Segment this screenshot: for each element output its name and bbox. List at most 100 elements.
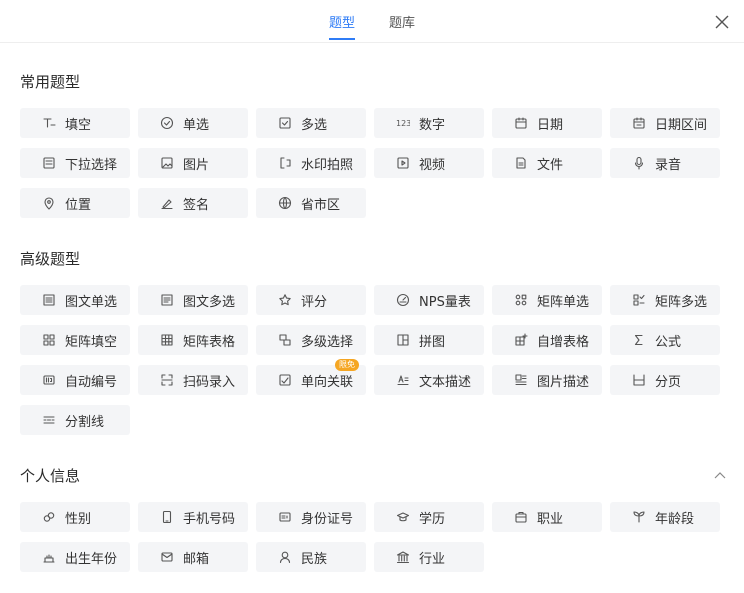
text-cursor-icon bbox=[42, 116, 56, 130]
tab-question-bank[interactable]: 题库 bbox=[389, 12, 415, 31]
image-text-multi-icon bbox=[160, 293, 174, 307]
question-type-item[interactable]: 年龄段 bbox=[610, 502, 720, 532]
sigma-icon bbox=[632, 333, 646, 347]
question-type-item[interactable]: 图文单选 bbox=[20, 285, 130, 315]
question-type-item[interactable]: 文件 bbox=[492, 148, 602, 178]
question-type-label: 多级选择 bbox=[301, 334, 354, 350]
question-type-item[interactable]: 职业 bbox=[492, 502, 602, 532]
question-type-item[interactable]: 填空 bbox=[20, 108, 130, 138]
question-type-item[interactable]: 多级选择 bbox=[256, 325, 366, 355]
question-type-item[interactable]: 视频 bbox=[374, 148, 484, 178]
question-type-label: 文件 bbox=[537, 157, 564, 173]
tab-question-types[interactable]: 题型 bbox=[329, 12, 356, 40]
question-type-label: 图文单选 bbox=[65, 294, 118, 310]
question-type-item[interactable]: 评分 bbox=[256, 285, 366, 315]
question-type-label: 图文多选 bbox=[183, 294, 236, 310]
matrix-fill-icon bbox=[42, 333, 56, 347]
question-type-item[interactable]: 性别 bbox=[20, 502, 130, 532]
question-type-item[interactable]: 单选 bbox=[138, 108, 248, 138]
question-type-item[interactable]: 扫码录入 bbox=[138, 365, 248, 395]
question-type-item[interactable]: 身份证号 bbox=[256, 502, 366, 532]
briefcase-icon bbox=[514, 510, 528, 524]
question-type-item[interactable]: 出生年份 bbox=[20, 542, 130, 572]
image-text-single-icon bbox=[42, 293, 56, 307]
question-type-item[interactable]: 矩阵表格 bbox=[138, 325, 248, 355]
question-type-label: 自动编号 bbox=[65, 374, 118, 390]
link-check-icon bbox=[278, 373, 292, 387]
close-icon[interactable] bbox=[714, 14, 730, 30]
question-type-item[interactable]: 民族 bbox=[256, 542, 366, 572]
question-type-item[interactable]: 图文多选 bbox=[138, 285, 248, 315]
question-type-label: 图片描述 bbox=[537, 374, 590, 390]
signature-pen-icon bbox=[160, 196, 174, 210]
gauge-icon bbox=[396, 293, 410, 307]
question-type-item[interactable]: NPS量表 bbox=[374, 285, 484, 315]
cake-icon bbox=[42, 550, 56, 564]
question-type-label: 签名 bbox=[183, 197, 210, 213]
question-type-item[interactable]: 123 数字 bbox=[374, 108, 484, 138]
question-type-item[interactable]: 自动编号 bbox=[20, 365, 130, 395]
question-type-item[interactable]: 手机号码 bbox=[138, 502, 248, 532]
divider-icon bbox=[42, 413, 56, 427]
mail-icon bbox=[160, 550, 174, 564]
question-type-item[interactable]: 单向关联 限免 bbox=[256, 359, 366, 395]
svg-text:123: 123 bbox=[396, 119, 410, 128]
question-type-item[interactable]: 矩阵填空 bbox=[20, 325, 130, 355]
microphone-icon bbox=[632, 156, 646, 170]
question-type-item[interactable]: 位置 bbox=[20, 188, 130, 218]
star-icon bbox=[278, 293, 292, 307]
question-type-item[interactable]: 矩阵多选 bbox=[610, 285, 720, 315]
watermark-photo-icon bbox=[278, 156, 292, 170]
image-icon bbox=[160, 156, 174, 170]
question-type-label: 数字 bbox=[419, 117, 446, 133]
question-type-label: 下拉选择 bbox=[65, 157, 118, 173]
text-desc-icon bbox=[396, 373, 410, 387]
question-type-label: 性别 bbox=[65, 511, 92, 527]
question-type-label: 位置 bbox=[65, 197, 92, 213]
question-type-item[interactable]: 自增表格 bbox=[492, 325, 602, 355]
question-type-label: 省市区 bbox=[301, 197, 341, 213]
section-title-advanced: 高级题型 bbox=[20, 250, 81, 268]
page-break-icon bbox=[632, 373, 646, 387]
question-type-item[interactable]: 分割线 bbox=[20, 405, 130, 435]
question-type-label: 水印拍照 bbox=[301, 157, 354, 173]
question-type-label: 年龄段 bbox=[655, 511, 695, 527]
question-type-item[interactable]: 省市区 bbox=[256, 188, 366, 218]
number-icon: 123 bbox=[396, 116, 410, 130]
question-type-item[interactable]: 图片 bbox=[138, 148, 248, 178]
question-type-item[interactable]: 分页 bbox=[610, 365, 720, 395]
video-icon bbox=[396, 156, 410, 170]
question-type-label: 扫码录入 bbox=[183, 374, 236, 390]
matrix-single-icon bbox=[514, 293, 528, 307]
question-type-label: 公式 bbox=[655, 334, 682, 350]
question-type-item[interactable]: 文本描述 bbox=[374, 365, 484, 395]
chevron-up-icon[interactable] bbox=[714, 471, 726, 479]
question-type-label: 手机号码 bbox=[183, 511, 236, 527]
question-type-item[interactable]: 行业 bbox=[374, 542, 484, 572]
question-type-item[interactable]: 拼图 bbox=[374, 325, 484, 355]
question-type-label: 学历 bbox=[419, 511, 446, 527]
gender-icon bbox=[42, 510, 56, 524]
question-type-item[interactable]: 签名 bbox=[138, 188, 248, 218]
question-type-label: 职业 bbox=[537, 511, 564, 527]
question-type-item[interactable]: 日期区间 bbox=[610, 108, 720, 138]
check-square-icon bbox=[278, 116, 292, 130]
question-type-item[interactable]: 学历 bbox=[374, 502, 484, 532]
table-icon bbox=[160, 333, 174, 347]
question-type-label: 单向关联 bbox=[301, 374, 354, 390]
question-type-item[interactable]: 图片描述 bbox=[492, 365, 602, 395]
question-type-item[interactable]: 水印拍照 bbox=[256, 148, 366, 178]
scan-icon bbox=[160, 373, 174, 387]
question-type-item[interactable]: 公式 bbox=[610, 325, 720, 355]
question-type-item[interactable]: 矩阵单选 bbox=[492, 285, 602, 315]
question-type-item[interactable]: 日期 bbox=[492, 108, 602, 138]
calendar-icon bbox=[514, 116, 528, 130]
id-number-icon bbox=[42, 373, 56, 387]
question-type-item[interactable]: 多选 bbox=[256, 108, 366, 138]
question-type-item[interactable]: 下拉选择 bbox=[20, 148, 130, 178]
question-type-item[interactable]: 邮箱 bbox=[138, 542, 248, 572]
question-type-label: 矩阵多选 bbox=[655, 294, 708, 310]
question-type-label: 出生年份 bbox=[65, 551, 118, 567]
common-types-grid: 填空 单选 多选 123 数字 日期 日期区间下拉选择 图片 水印拍照 视频 文件 录音位置 签名 省市区 bbox=[20, 108, 720, 218]
question-type-item[interactable]: 录音 bbox=[610, 148, 720, 178]
